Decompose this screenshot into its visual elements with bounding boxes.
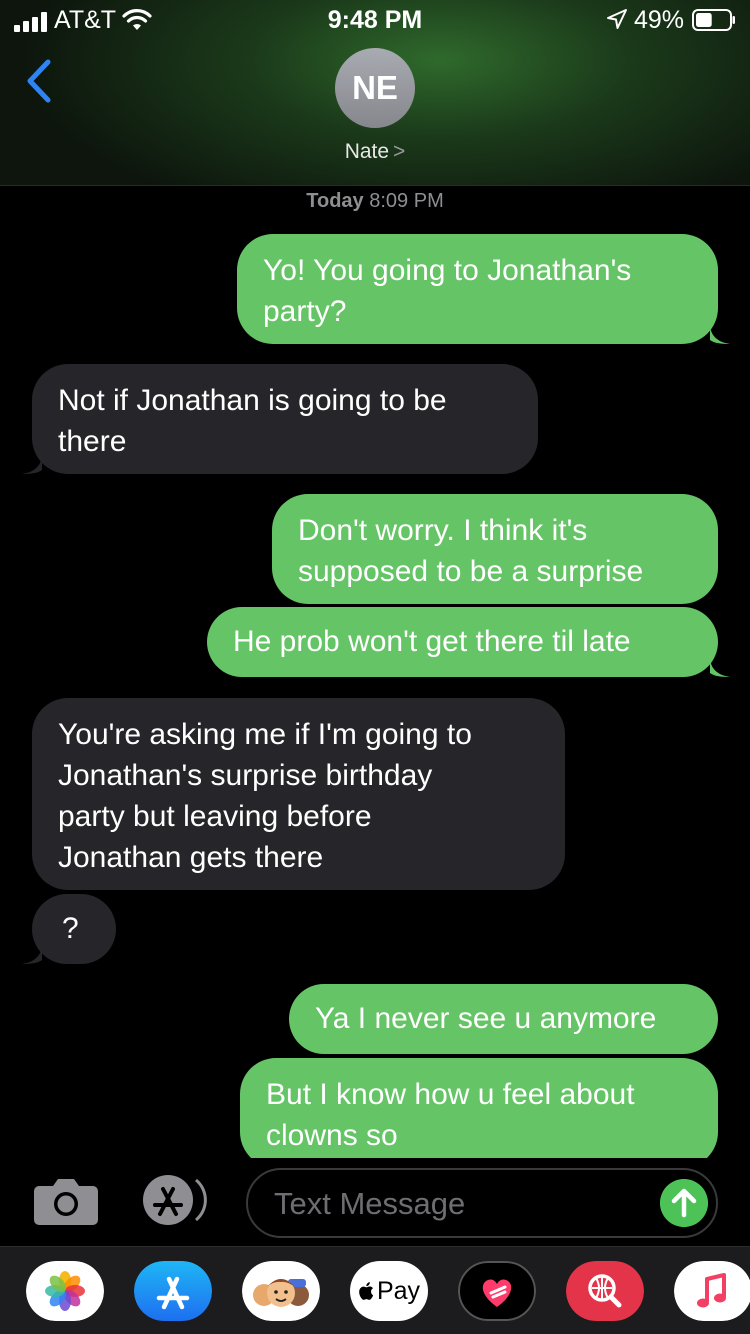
sent-message-bubble[interactable]: He prob won't get there til late [207,607,718,677]
photos-app-icon[interactable] [26,1261,104,1321]
send-arrow-icon[interactable] [660,1179,708,1227]
contact-name: Nate [344,140,390,163]
timestamp-time: 8:09 PM [369,190,444,212]
app-store-apps-icon[interactable] [138,1174,212,1226]
music-app-icon[interactable] [674,1261,750,1321]
received-message-bubble[interactable]: You're asking me if I'm going to Jonatha… [32,698,565,890]
app-store-icon[interactable] [134,1261,212,1321]
apple-pay-label: Pay [376,1276,421,1305]
sent-message-bubble[interactable]: But I know how u feel about clowns so [240,1058,718,1168]
sent-message-bubble[interactable]: Yo! You going to Jonathan's party? [237,234,718,344]
contact-name-button[interactable]: Nate > [0,140,750,164]
message-timestamp: Today 8:09 PM [0,190,750,213]
message-text-field[interactable]: Text Message [246,1168,718,1238]
sent-bubble-tail [710,657,730,677]
imessage-app-drawer: Pay [0,1246,750,1334]
sent-message-bubble[interactable]: Ya I never see u anymore [289,984,718,1054]
status-bar: AT&T 9:48 PM 49% [0,0,750,40]
battery-icon [692,9,735,31]
received-bubble-tail [22,454,42,474]
location-arrow-icon [607,9,627,29]
web-images-search-icon[interactable] [566,1261,644,1321]
chevron-right-icon: > [393,140,406,163]
message-input-placeholder: Text Message [274,1186,466,1221]
apple-logo-icon [359,1282,374,1300]
timestamp-day: Today [306,190,364,212]
received-message-bubble[interactable]: ? [32,894,116,964]
camera-icon[interactable] [33,1174,99,1226]
apple-pay-app[interactable]: Pay [350,1261,428,1321]
memoji-icon[interactable] [242,1261,320,1321]
sent-bubble-tail [710,324,730,344]
received-bubble-tail [22,944,42,964]
digital-touch-heart-icon[interactable] [458,1261,536,1321]
sent-message-bubble[interactable]: Don't worry. I think it's supposed to be… [272,494,718,604]
battery-percent: 49% [634,6,685,34]
contact-avatar[interactable]: NE [335,48,415,128]
received-message-bubble[interactable]: Not if Jonathan is going to be there [32,364,538,474]
conversation-header: AT&T 9:48 PM 49% NE Nate > [0,0,750,186]
back-chevron-icon[interactable] [22,58,54,104]
message-composer: Text Message [0,1158,750,1246]
